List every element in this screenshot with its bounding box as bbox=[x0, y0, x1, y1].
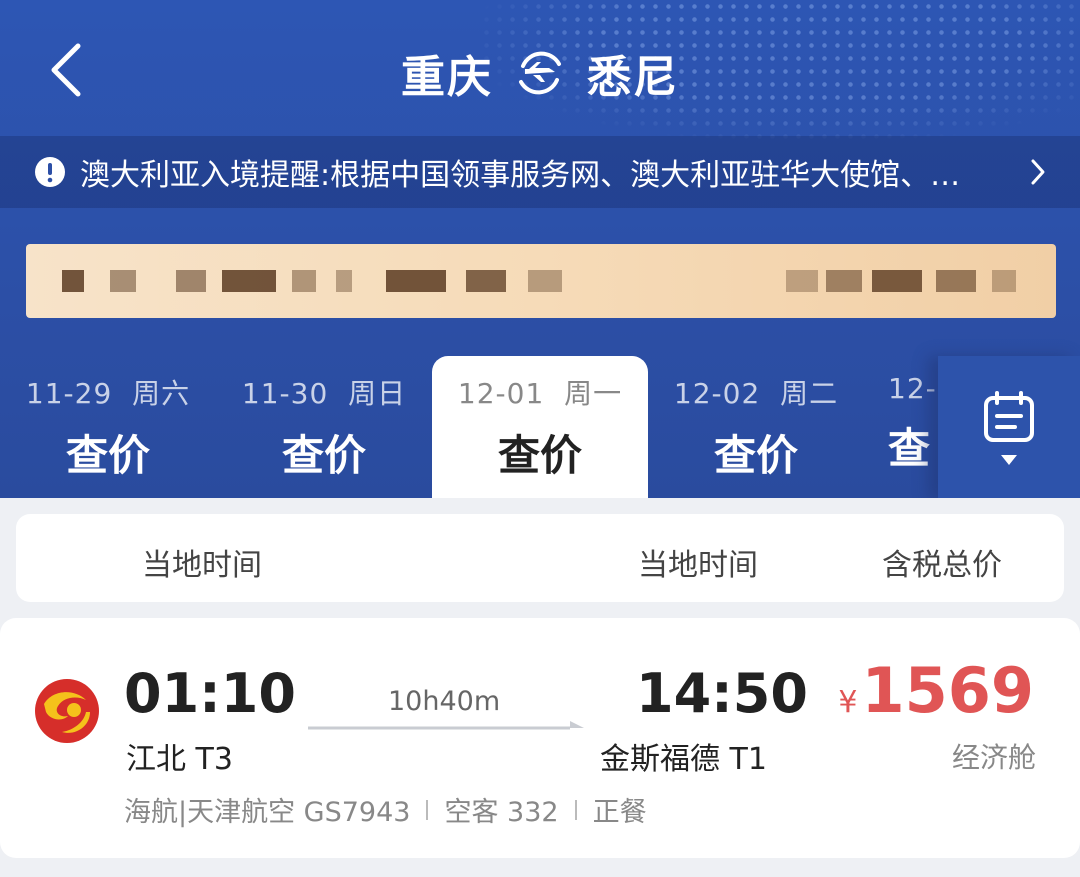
arrival-time-label: 当地时间 bbox=[638, 548, 758, 583]
column-header: 当地时间 当地时间 含税总价 bbox=[16, 514, 1064, 602]
pixelated-text bbox=[110, 270, 136, 292]
pixelated-text bbox=[62, 270, 84, 292]
flight-list: 当地时间 当地时间 含税总价 01:10 江北 T3 10h40m 14:50 … bbox=[0, 498, 1080, 877]
route-title: 重庆 悉尼 bbox=[0, 38, 1080, 108]
tab-weekday: 周日 bbox=[348, 377, 407, 410]
date-tab-1130[interactable]: 11-30 周日 查价 bbox=[216, 356, 432, 500]
total-price-label: 含税总价 bbox=[882, 548, 1002, 583]
destination-city: 悉尼 bbox=[587, 52, 679, 103]
tab-weekday: 周二 bbox=[780, 377, 839, 410]
pixelated-text bbox=[786, 270, 818, 292]
arrival-time: 14:50 bbox=[636, 662, 808, 725]
pixelated-text bbox=[936, 270, 976, 292]
caret-down-icon bbox=[1001, 455, 1017, 465]
departure-time-label: 当地时间 bbox=[142, 548, 262, 583]
pixelated-text bbox=[992, 270, 1016, 292]
calendar-button[interactable] bbox=[938, 356, 1080, 500]
promo-banner[interactable] bbox=[26, 244, 1056, 318]
flight-details: 海航|天津航空 GS7943 空客 332 正餐 bbox=[124, 790, 647, 829]
tab-weekday: 周一 bbox=[564, 377, 623, 410]
exclamation-circle-icon bbox=[35, 157, 65, 187]
price-value: 1569 bbox=[861, 654, 1034, 727]
tab-date: 11-29 bbox=[25, 377, 113, 410]
flight-card[interactable]: 01:10 江北 T3 10h40m 14:50 金斯福德 T1 ¥ 1569 … bbox=[0, 618, 1080, 858]
cabin-class: 经济舱 bbox=[951, 741, 1036, 774]
flight-duration: 10h40m bbox=[388, 686, 501, 717]
tab-date: 12-02 bbox=[673, 377, 761, 410]
arrival-airport: 金斯福德 T1 bbox=[600, 742, 767, 777]
calendar-icon bbox=[984, 391, 1034, 442]
pixelated-text bbox=[872, 270, 922, 292]
date-tab-1202[interactable]: 12-02 周二 查价 bbox=[648, 356, 864, 500]
tab-date: 12-01 bbox=[457, 377, 545, 410]
tab-weekday: 周六 bbox=[132, 377, 191, 410]
pixelated-text bbox=[386, 270, 446, 292]
date-tab-1129[interactable]: 11-29 周六 查价 bbox=[0, 356, 216, 500]
flight-price: ¥ 1569 bbox=[838, 654, 1034, 727]
pixelated-text bbox=[466, 270, 506, 292]
origin-city: 重庆 bbox=[401, 52, 493, 103]
aircraft-type: 空客 332 bbox=[444, 797, 559, 828]
divider bbox=[426, 799, 429, 820]
tab-price: 查价 bbox=[497, 431, 582, 480]
tab-price: 查价 bbox=[713, 431, 798, 480]
pixelated-text bbox=[336, 270, 352, 292]
flight-arrow-icon bbox=[308, 721, 584, 730]
pixelated-text bbox=[176, 270, 206, 292]
pixelated-text bbox=[292, 270, 316, 292]
plane-circle-icon bbox=[519, 51, 561, 95]
currency-symbol: ¥ bbox=[838, 685, 858, 720]
departure-airport: 江北 T3 bbox=[126, 742, 233, 777]
pixelated-text bbox=[528, 270, 562, 292]
chevron-right-icon bbox=[1031, 159, 1045, 185]
date-tab-1201[interactable]: 12-01 周一 查价 bbox=[432, 356, 648, 500]
airline-flight-number: 海航|天津航空 GS7943 bbox=[124, 797, 411, 828]
departure-time: 01:10 bbox=[124, 662, 296, 725]
divider bbox=[574, 799, 577, 820]
entry-notice-bar[interactable]: 澳大利亚入境提醒:根据中国领事服务网、澳大利亚驻华大使馆、… bbox=[0, 136, 1080, 208]
meal-info: 正餐 bbox=[592, 797, 647, 828]
tab-price: 查价 bbox=[65, 431, 150, 480]
tab-price: 查价 bbox=[281, 431, 366, 480]
pixelated-text bbox=[826, 270, 862, 292]
airline-logo-icon bbox=[35, 679, 99, 743]
tab-date: 12- bbox=[888, 372, 937, 405]
pixelated-text bbox=[222, 270, 276, 292]
date-selector: 11-29 周六 查价 11-30 周日 查价 12-01 周一 查价 12-0… bbox=[0, 356, 1080, 500]
notice-text: 澳大利亚入境提醒:根据中国领事服务网、澳大利亚驻华大使馆、… bbox=[80, 158, 961, 193]
tab-date: 11-30 bbox=[241, 377, 329, 410]
